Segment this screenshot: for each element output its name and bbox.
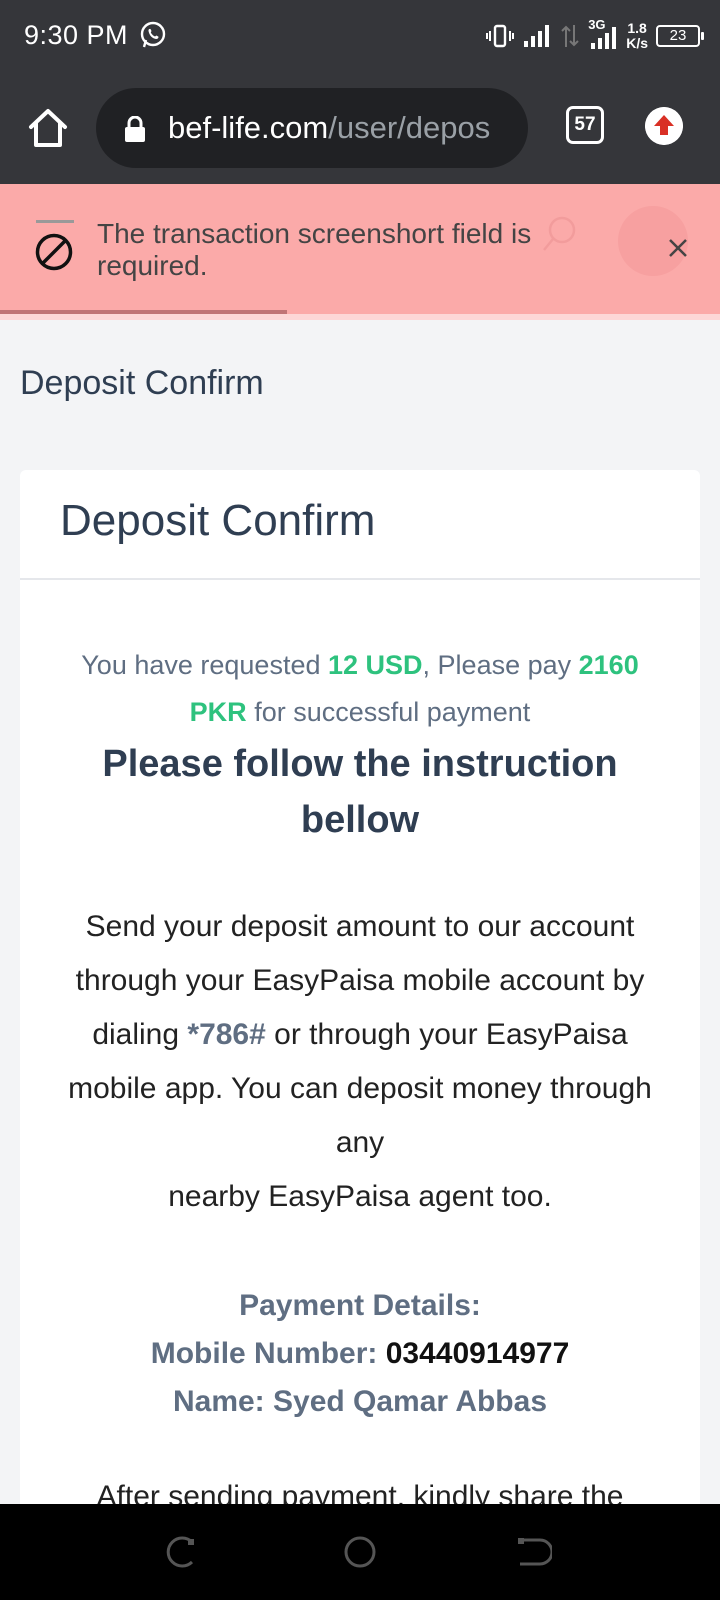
mobile-number-line: Mobile Number: 03440914977 (60, 1330, 660, 1378)
battery-indicator: 23 (656, 25, 704, 47)
net-speed-unit: K/s (626, 35, 648, 51)
payment-details-label: Payment Details: (239, 1289, 481, 1322)
error-alert: The transaction screenshort field is req… (0, 184, 720, 320)
card-header: Deposit Confirm (20, 470, 700, 580)
home-nav-icon[interactable] (342, 1534, 378, 1570)
data-arrows-icon (561, 25, 579, 47)
url-domain: bef-life.com (168, 110, 329, 145)
send-text-3: nearby EasyPaisa agent too. (168, 1180, 552, 1213)
whatsapp-icon (140, 21, 166, 48)
net-speed: 1.8 K/s (626, 21, 648, 51)
card-title: Deposit Confirm (60, 496, 376, 545)
request-middle: , Please pay (422, 650, 579, 680)
signal-3g: 3G (588, 17, 618, 51)
alert-message: The transaction screenshort field is req… (97, 218, 532, 281)
dial-code: *786# (187, 1018, 266, 1051)
recent-apps-icon[interactable] (162, 1534, 198, 1570)
payment-details: Payment Details: Mobile Number: 03440914… (60, 1282, 660, 1426)
amount-usd: 12 USD (328, 650, 423, 680)
mobile-number: 03440914977 (385, 1337, 570, 1370)
back-icon[interactable] (516, 1534, 552, 1570)
tab-switcher-button[interactable]: 57 (566, 106, 604, 144)
signal-3g-bars-icon (591, 27, 617, 49)
net-speed-value: 1.8 (627, 20, 647, 36)
page-title: Deposit Confirm (20, 364, 264, 402)
address-bar[interactable]: bef-life.com/user/depos (96, 88, 528, 168)
search-icon (543, 216, 576, 251)
url-text: bef-life.com/user/depos (168, 110, 490, 146)
prohibited-icon (35, 233, 73, 271)
request-suffix: for successful payment (246, 697, 531, 727)
home-icon[interactable] (26, 106, 70, 150)
alert-dash (36, 220, 74, 223)
deposit-card: Deposit Confirm You have requested 12 US… (20, 470, 700, 1600)
update-arrow-icon[interactable] (645, 107, 683, 145)
mobile-label: Mobile Number: (150, 1337, 386, 1370)
status-indicators: 3G 1.8 K/s 23 (486, 16, 704, 56)
card-body: You have requested 12 USD, Please pay 21… (20, 642, 700, 1524)
request-prefix: You have requested (81, 650, 328, 680)
lock-icon (125, 116, 145, 142)
vibrate-icon (486, 24, 515, 48)
close-icon[interactable] (666, 236, 690, 260)
signal-icon (524, 25, 550, 47)
url-path: /user/depos (328, 110, 491, 145)
alert-bottom-strip (0, 314, 720, 320)
send-instructions: Send your deposit amount to our account … (60, 900, 660, 1224)
system-nav-bar (0, 1504, 720, 1600)
request-summary: You have requested 12 USD, Please pay 21… (60, 642, 660, 736)
instruction-title: Please follow the instruction bellow (102, 743, 618, 841)
account-name: Name: Syed Qamar Abbas (172, 1385, 548, 1418)
status-time: 9:30 PM (24, 20, 129, 50)
browser-toolbar: bef-life.com/user/depos 57 (0, 74, 720, 184)
status-bar: 9:30 PM 3G 1.8 K/s 23 (0, 0, 720, 74)
